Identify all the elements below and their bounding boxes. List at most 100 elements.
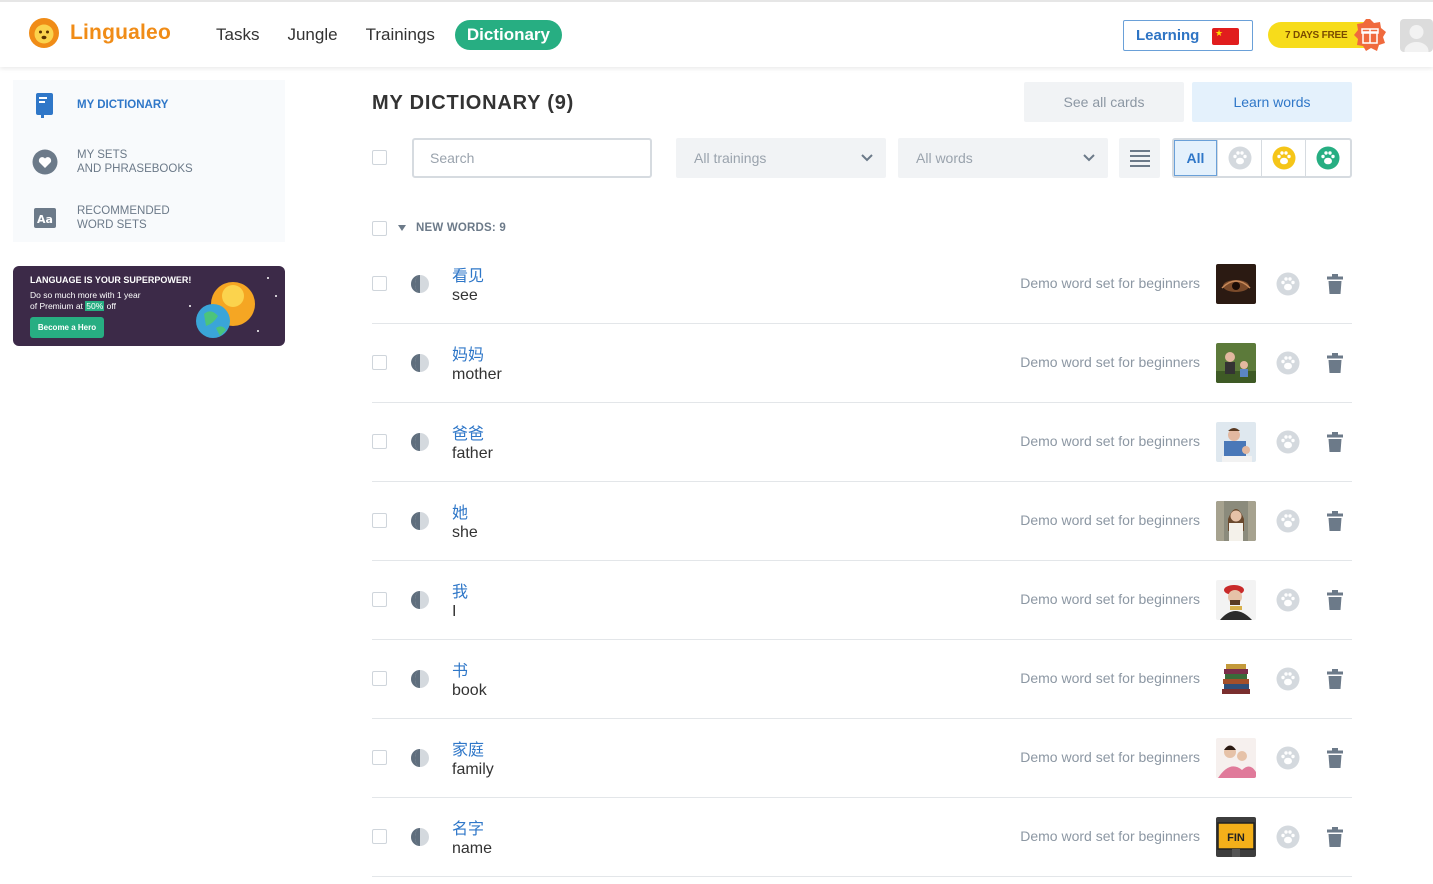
trainings-dropdown-value: All trainings bbox=[694, 150, 767, 166]
word-row[interactable]: 家庭 family Demo word set for beginners bbox=[372, 719, 1352, 798]
paw-green-icon bbox=[1316, 146, 1340, 170]
trash-icon[interactable] bbox=[1327, 432, 1343, 452]
word-text[interactable]: 名字 bbox=[452, 815, 484, 839]
word-row[interactable]: 名字 name Demo word set for beginners FIN bbox=[372, 798, 1352, 877]
word-text[interactable]: 她 bbox=[452, 499, 468, 523]
trash-icon[interactable] bbox=[1327, 511, 1343, 531]
paw-icon[interactable] bbox=[1276, 272, 1300, 296]
search-input[interactable] bbox=[412, 138, 652, 178]
sidebar-item-label: MY SETS AND PHRASEBOOKS bbox=[77, 149, 193, 175]
word-checkbox[interactable] bbox=[372, 434, 387, 449]
lion-logo-icon bbox=[29, 18, 59, 48]
word-text[interactable]: 家庭 bbox=[452, 736, 484, 760]
word-row[interactable]: 看见 see Demo word set for beginners bbox=[372, 245, 1352, 324]
word-row[interactable]: 书 book Demo word set for beginners bbox=[372, 640, 1352, 719]
promo-text: Do so much more with 1 year of Premium a… bbox=[30, 290, 180, 312]
book-icon bbox=[36, 93, 53, 118]
trash-icon[interactable] bbox=[1327, 274, 1343, 294]
word-row[interactable]: 妈妈 mother Demo word set for beginners bbox=[372, 324, 1352, 403]
word-set-label[interactable]: Demo word set for beginners bbox=[1020, 433, 1200, 449]
sidebar-item-my-dictionary[interactable]: MY DICTIONARY bbox=[13, 92, 285, 118]
filter-learned[interactable] bbox=[1306, 140, 1350, 176]
sidebar-item-recommended-sets[interactable]: Aa RECOMMENDED WORD SETS bbox=[13, 204, 285, 232]
nav-trainings[interactable]: Trainings bbox=[366, 20, 435, 50]
word-checkbox[interactable] bbox=[372, 513, 387, 528]
word-row[interactable]: 她 she Demo word set for beginners bbox=[372, 482, 1352, 561]
chevron-down-icon bbox=[1083, 154, 1095, 162]
word-checkbox[interactable] bbox=[372, 276, 387, 291]
word-checkbox[interactable] bbox=[372, 671, 387, 686]
word-set-label[interactable]: Demo word set for beginners bbox=[1020, 275, 1200, 291]
paw-icon[interactable] bbox=[1276, 825, 1300, 849]
paw-icon[interactable] bbox=[1276, 351, 1300, 375]
word-translation: name bbox=[452, 840, 493, 857]
group-checkbox[interactable] bbox=[372, 221, 387, 236]
word-set-label[interactable]: Demo word set for beginners bbox=[1020, 749, 1200, 765]
promo-line-2: of Premium at 50% off bbox=[30, 301, 180, 312]
group-header-new-words[interactable]: NEW WORDS: 9 bbox=[398, 222, 506, 234]
trash-icon[interactable] bbox=[1327, 590, 1343, 610]
word-set-label[interactable]: Demo word set for beginners bbox=[1020, 591, 1200, 607]
word-set-label[interactable]: Demo word set for beginners bbox=[1020, 512, 1200, 528]
gift-icon[interactable] bbox=[1353, 18, 1387, 52]
word-text[interactable]: 看见 bbox=[452, 262, 484, 286]
word-text[interactable]: 妈妈 bbox=[452, 341, 484, 365]
nav-dictionary[interactable]: Dictionary bbox=[454, 20, 563, 50]
paw-icon[interactable] bbox=[1276, 667, 1300, 691]
word-text[interactable]: 我 bbox=[452, 578, 468, 602]
word-checkbox[interactable] bbox=[372, 592, 387, 607]
word-checkbox[interactable] bbox=[372, 750, 387, 765]
fin-sign-text: FIN bbox=[1227, 832, 1245, 844]
word-set-label[interactable]: Demo word set for beginners bbox=[1020, 670, 1200, 686]
books-photo bbox=[1216, 659, 1256, 699]
page-title: MY DICTIONARY (9) bbox=[372, 92, 575, 114]
word-set-label[interactable]: Demo word set for beginners bbox=[1020, 354, 1200, 370]
word-checkbox[interactable] bbox=[372, 829, 387, 844]
paw-yellow-icon bbox=[1272, 146, 1295, 170]
word-translation: mother bbox=[452, 366, 502, 383]
become-hero-button[interactable]: Become a Hero bbox=[30, 317, 104, 338]
trash-icon[interactable] bbox=[1327, 353, 1343, 373]
user-silhouette-icon bbox=[1404, 25, 1429, 52]
top-bar: Lingualeo Tasks Jungle Trainings Diction… bbox=[0, 0, 1433, 67]
learn-words-button[interactable]: Learn words bbox=[1192, 82, 1352, 122]
progress-moon-icon bbox=[411, 591, 429, 609]
promo-line-1: Do so much more with 1 year bbox=[30, 290, 141, 300]
paw-icon[interactable] bbox=[1276, 746, 1300, 770]
learning-language-button[interactable]: Learning ★ bbox=[1123, 20, 1253, 51]
progress-moon-icon bbox=[411, 749, 429, 767]
nav-jungle[interactable]: Jungle bbox=[287, 20, 337, 50]
progress-moon-icon bbox=[411, 433, 429, 451]
word-sets-icon: Aa bbox=[34, 208, 56, 228]
premium-promo-banner[interactable]: LANGUAGE IS YOUR SUPERPOWER! Do so much … bbox=[13, 266, 285, 346]
paw-icon[interactable] bbox=[1276, 430, 1300, 454]
word-text[interactable]: 爸爸 bbox=[452, 420, 484, 444]
nav-tasks[interactable]: Tasks bbox=[216, 20, 259, 50]
filter-all[interactable]: All bbox=[1174, 140, 1218, 176]
sidebar-item-my-sets[interactable]: MY SETS AND PHRASEBOOKS bbox=[13, 148, 285, 176]
trash-icon[interactable] bbox=[1327, 827, 1343, 847]
filter-learning[interactable] bbox=[1262, 140, 1306, 176]
word-row[interactable]: 爸爸 father Demo word set for beginners bbox=[372, 403, 1352, 482]
progress-moon-icon bbox=[411, 354, 429, 372]
trash-icon[interactable] bbox=[1327, 669, 1343, 689]
user-avatar[interactable] bbox=[1400, 19, 1433, 52]
paw-icon[interactable] bbox=[1276, 588, 1300, 612]
list-view-toggle[interactable] bbox=[1119, 138, 1160, 178]
trash-icon[interactable] bbox=[1327, 748, 1343, 768]
word-set-label[interactable]: Demo word set for beginners bbox=[1020, 828, 1200, 844]
filter-new[interactable] bbox=[1218, 140, 1262, 176]
word-checkbox[interactable] bbox=[372, 355, 387, 370]
logo[interactable]: Lingualeo bbox=[28, 16, 171, 50]
paw-icon[interactable] bbox=[1276, 509, 1300, 533]
see-all-cards-button[interactable]: See all cards bbox=[1024, 82, 1184, 122]
progress-moon-icon bbox=[411, 512, 429, 530]
trainings-dropdown[interactable]: All trainings bbox=[676, 138, 886, 178]
select-all-checkbox[interactable] bbox=[372, 150, 387, 165]
promo-headline: LANGUAGE IS YOUR SUPERPOWER! bbox=[30, 275, 192, 285]
logo-text: Lingualeo bbox=[70, 21, 171, 44]
words-dropdown[interactable]: All words bbox=[898, 138, 1108, 178]
word-text[interactable]: 书 bbox=[452, 657, 468, 681]
promo-line-2-suffix: off bbox=[104, 301, 116, 311]
word-row[interactable]: 我 I Demo word set for beginners bbox=[372, 561, 1352, 640]
